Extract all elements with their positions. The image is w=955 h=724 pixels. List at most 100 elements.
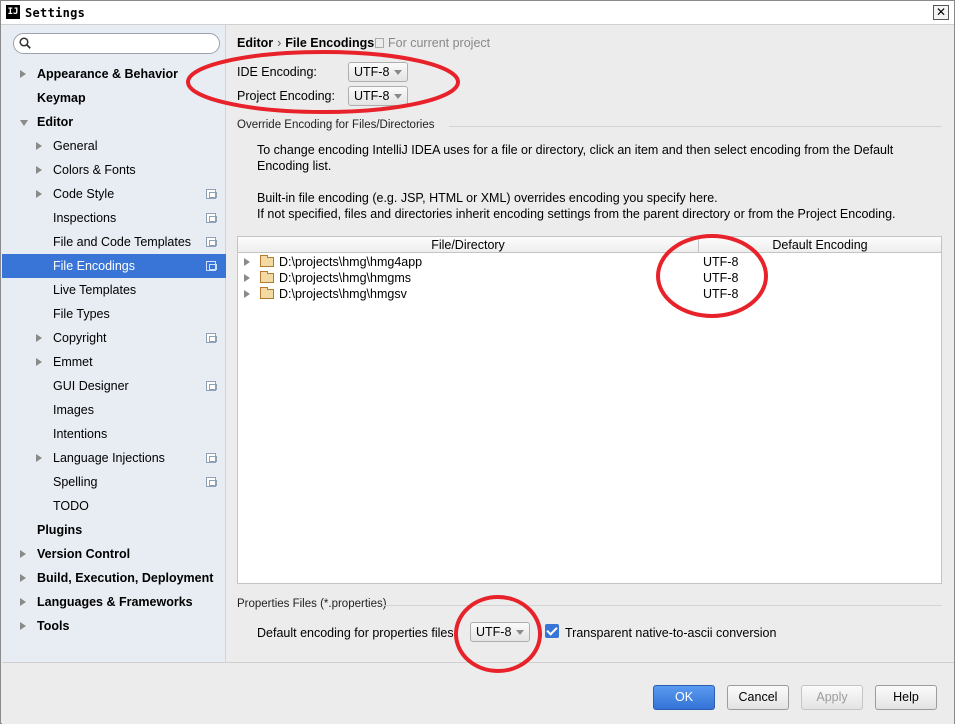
encoding-table[interactable]: File/Directory Default Encoding D:\proje… xyxy=(237,236,942,584)
chevron-right-icon[interactable] xyxy=(36,454,42,462)
properties-encoding-combo[interactable]: UTF-8 xyxy=(470,622,531,642)
chevron-down-icon[interactable] xyxy=(20,120,28,126)
sidebar-item[interactable]: File Encodings xyxy=(2,254,226,278)
close-button[interactable]: ✕ xyxy=(933,5,949,20)
sidebar-item-label: Live Templates xyxy=(53,283,137,297)
chevron-right-icon[interactable] xyxy=(244,258,250,266)
sidebar-item-label: Colors & Fonts xyxy=(53,163,136,177)
row-encoding[interactable]: UTF-8 xyxy=(703,286,738,302)
sidebar-item-label: GUI Designer xyxy=(53,379,129,393)
title-bar: IJ Settings ✕ xyxy=(1,1,954,25)
properties-section-title: Properties Files (*.properties) xyxy=(237,598,387,610)
sidebar-item[interactable]: Code Style xyxy=(2,182,226,206)
row-path: D:\projects\hmg\hmg4app xyxy=(279,255,423,269)
chevron-right-icon[interactable] xyxy=(36,358,42,366)
chevron-right-icon[interactable] xyxy=(36,190,42,198)
sidebar-item[interactable]: Live Templates xyxy=(2,278,226,302)
project-scope-icon xyxy=(206,189,217,199)
sidebar-item-label: Appearance & Behavior xyxy=(37,67,179,81)
chevron-right-icon[interactable] xyxy=(20,70,26,78)
ide-encoding-label: IDE Encoding: xyxy=(237,65,317,79)
sidebar-item[interactable]: Emmet xyxy=(2,350,226,374)
project-scope-icon xyxy=(206,477,217,487)
sidebar-item[interactable]: Languages & Frameworks xyxy=(2,590,226,614)
sidebar-item-label: Version Control xyxy=(37,547,131,561)
sidebar-item-label: Editor xyxy=(37,115,74,129)
sidebar-item[interactable]: Images xyxy=(2,398,226,422)
table-row[interactable]: D:\projects\hmg\hmgms UTF-8 xyxy=(238,270,941,286)
settings-sidebar: Appearance & Behavior Keymap Editor General… xyxy=(2,25,226,662)
builtin-note: Built-in file encoding (e.g. JSP, HTML o… xyxy=(257,191,718,205)
chevron-right-icon[interactable] xyxy=(36,142,42,150)
native-to-ascii-checkbox[interactable] xyxy=(545,624,559,638)
sidebar-item[interactable]: GUI Designer xyxy=(2,374,226,398)
sidebar-item[interactable]: Colors & Fonts xyxy=(2,158,226,182)
cancel-button[interactable]: Cancel xyxy=(727,685,789,710)
sidebar-item[interactable]: Inspections xyxy=(2,206,226,230)
chevron-right-icon[interactable] xyxy=(36,166,42,174)
sidebar-item[interactable]: TODO xyxy=(2,494,226,518)
project-scope-icon xyxy=(206,333,217,343)
sidebar-item-label: Languages & Frameworks xyxy=(37,595,193,609)
section-divider xyxy=(449,126,942,127)
project-scope-icon xyxy=(206,237,217,247)
help-button[interactable]: Help xyxy=(875,685,937,710)
sidebar-item-label: Spelling xyxy=(53,475,98,489)
row-path: D:\projects\hmg\hmgsv xyxy=(279,287,407,301)
sidebar-item[interactable]: Version Control xyxy=(2,542,226,566)
search-icon xyxy=(19,37,31,49)
scope-label: For current project xyxy=(375,36,490,50)
sidebar-item-label: Images xyxy=(53,403,94,417)
sidebar-item-label: Keymap xyxy=(37,91,86,105)
sidebar-item[interactable]: Build, Execution, Deployment xyxy=(2,566,226,590)
project-scope-icon xyxy=(206,261,217,271)
chevron-right-icon[interactable] xyxy=(20,550,26,558)
sidebar-item[interactable]: Intentions xyxy=(2,422,226,446)
chevron-right-icon[interactable] xyxy=(244,290,250,298)
project-encoding-combo[interactable]: UTF-8 xyxy=(348,86,409,106)
row-encoding[interactable]: UTF-8 xyxy=(703,254,738,270)
table-row[interactable]: D:\projects\hmg\hmgsv UTF-8 xyxy=(238,286,941,302)
sidebar-item[interactable]: File Types xyxy=(2,302,226,326)
override-description: To change encoding IntelliJ IDEA uses fo… xyxy=(257,143,894,173)
row-encoding[interactable]: UTF-8 xyxy=(703,270,738,286)
sidebar-item[interactable]: Spelling xyxy=(2,470,226,494)
sidebar-item-label: Tools xyxy=(37,619,70,633)
sidebar-item[interactable]: Language Injections xyxy=(2,446,226,470)
sidebar-item[interactable]: Appearance & Behavior xyxy=(2,62,226,86)
sidebar-item-label: File and Code Templates xyxy=(53,235,192,249)
breadcrumb-current: File Encodings xyxy=(285,36,375,50)
chevron-right-icon[interactable] xyxy=(244,274,250,282)
chevron-right-icon[interactable] xyxy=(20,598,26,606)
file-encodings-panel: Editor › File Encodings For current projec… xyxy=(227,25,954,662)
chevron-down-icon xyxy=(394,70,403,75)
chevron-right-icon[interactable] xyxy=(20,622,26,630)
properties-encoding-value: UTF-8 xyxy=(476,625,512,639)
sidebar-item[interactable]: File and Code Templates xyxy=(2,230,226,254)
sidebar-item-label: TODO xyxy=(53,499,89,513)
project-scope-icon xyxy=(206,381,217,391)
chevron-right-icon[interactable] xyxy=(20,574,26,582)
table-row[interactable]: D:\projects\hmg\hmg4app UTF-8 xyxy=(238,254,941,270)
sidebar-item[interactable]: Tools xyxy=(2,614,226,638)
sidebar-item-label: Inspections xyxy=(53,211,117,225)
ok-button[interactable]: OK xyxy=(653,685,715,710)
sidebar-item-label: Language Injections xyxy=(53,451,165,465)
folder-icon xyxy=(260,271,274,283)
breadcrumb-parent: Editor xyxy=(237,36,274,50)
scope-text: For current project xyxy=(388,36,491,50)
chevron-right-icon[interactable] xyxy=(36,334,42,342)
sidebar-item[interactable]: General xyxy=(2,134,226,158)
settings-search-input[interactable] xyxy=(13,33,220,54)
native-to-ascii-label: Transparent native-to-ascii conversion xyxy=(565,626,777,640)
properties-encoding-label: Default encoding for properties files: xyxy=(257,626,458,640)
ide-encoding-combo[interactable]: UTF-8 xyxy=(348,62,409,82)
column-default-encoding[interactable]: Default Encoding xyxy=(699,238,941,252)
sidebar-item[interactable]: Copyright xyxy=(2,326,226,350)
breadcrumb: Editor › File Encodings xyxy=(237,36,374,50)
column-file-directory[interactable]: File/Directory xyxy=(238,238,698,252)
sidebar-item[interactable]: Editor xyxy=(2,110,226,134)
apply-button[interactable]: Apply xyxy=(801,685,863,710)
sidebar-item[interactable]: Keymap xyxy=(2,86,226,110)
sidebar-item[interactable]: Plugins xyxy=(2,518,226,542)
